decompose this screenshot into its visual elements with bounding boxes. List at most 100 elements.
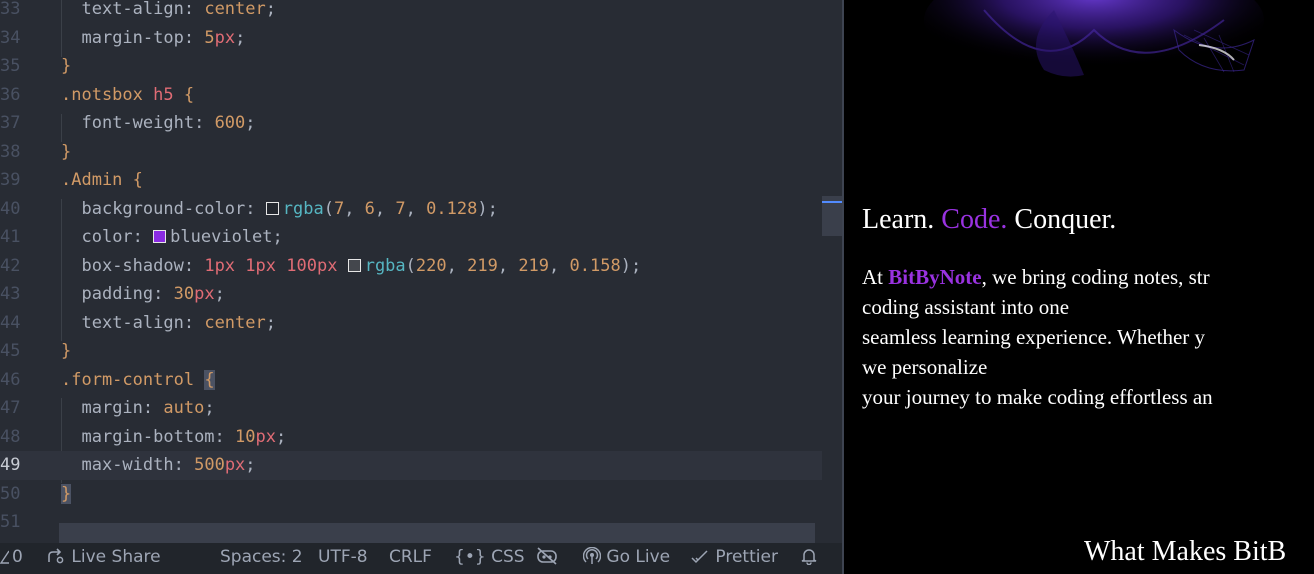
code-token: 219 <box>467 255 498 276</box>
code-token: px <box>194 284 215 304</box>
code-line[interactable]: 48 margin-bottom: 10px; <box>0 423 840 452</box>
code-line[interactable]: 38} <box>0 138 840 167</box>
code-token: auto <box>163 398 205 418</box>
color-swatch[interactable] <box>265 201 279 215</box>
code-text: margin-bottom: 10px; <box>61 423 286 452</box>
code-line[interactable]: 42 box-shadow: 1px 1px 100px rgba(220, 2… <box>0 252 840 281</box>
code-token: 7 <box>395 198 406 219</box>
code-line[interactable]: 37 font-weight: 600; <box>0 109 840 138</box>
eol-button[interactable]: CRLF <box>389 543 432 572</box>
code-token: ; <box>204 398 215 418</box>
code-token: , <box>344 198 365 219</box>
code-line[interactable]: 44 text-align: center; <box>0 309 840 338</box>
code-line[interactable]: 50} <box>0 480 840 509</box>
code-token: background-color <box>81 198 246 219</box>
notifications-button[interactable] <box>800 543 818 572</box>
code-line[interactable]: 47 margin: auto; <box>0 394 840 423</box>
line-number: 35 <box>0 56 21 76</box>
live-preview-pane[interactable]: Learn. Code. Conquer. At BitByNote, we b… <box>844 0 1314 574</box>
code-token: : <box>245 198 266 219</box>
code-editor[interactable]: 33 text-align: center; 34 margin-top: 5px… <box>0 0 842 543</box>
line-number: 39 <box>0 170 21 190</box>
code-token: margin-top <box>81 27 184 48</box>
code-token: 220 <box>415 255 447 276</box>
code-token: ; <box>245 455 256 475</box>
paragraph-text: , we bring coding notes, str <box>981 265 1210 289</box>
code-token: ; <box>214 284 225 304</box>
indentation-button[interactable]: Spaces: 2 <box>220 543 303 572</box>
code-line[interactable]: 34 margin-top: 5px; <box>0 24 840 53</box>
code-line[interactable]: 39 .Admin { <box>0 166 840 195</box>
code-token: 500 <box>194 455 225 475</box>
code-line[interactable]: 35} <box>0 52 840 81</box>
code-token: ); <box>477 198 498 219</box>
code-text: margin: auto; <box>61 394 215 423</box>
code-line[interactable]: 49 max-width: 500px; <box>0 451 840 480</box>
code-token: .form-control <box>61 369 195 390</box>
code-text: max-width: 500px; <box>61 451 256 480</box>
code-token: font-weight <box>81 113 195 133</box>
language-mode-button[interactable]: {•} CSS <box>454 543 525 572</box>
code-token: : <box>142 398 164 418</box>
scroll-position-marker <box>822 201 842 203</box>
code-line[interactable]: 33 text-align: center; <box>0 0 840 24</box>
code-text: } <box>61 52 71 81</box>
heading-accent: Code. <box>941 204 1008 235</box>
line-number: 50 <box>0 483 21 504</box>
code-token: box-shadow <box>81 255 184 276</box>
color-swatch[interactable] <box>153 230 167 243</box>
code-text: box-shadow: 1px 1px 100px rgba(220, 219,… <box>61 252 641 281</box>
color-swatch[interactable] <box>347 258 361 272</box>
line-number: 34 <box>0 27 21 48</box>
code-token: .notsbox <box>61 84 143 105</box>
live-share-icon <box>48 548 64 564</box>
code-line[interactable]: 40 background-color: rgba(7, 6, 7, 0.128… <box>0 195 840 224</box>
horizontal-scrollbar[interactable] <box>59 523 815 543</box>
code-token: text-align <box>81 312 184 333</box>
code-line[interactable]: 41 color: blueviolet; <box>0 223 840 252</box>
paragraph-line: we personalize <box>862 355 988 379</box>
code-text: text-align: center; <box>61 0 276 24</box>
code-token: 0.158 <box>569 255 621 276</box>
paragraph-text: At <box>862 265 889 289</box>
problems-indicator[interactable]: 0 <box>0 543 23 572</box>
code-token: : <box>132 227 154 247</box>
code-line[interactable]: 46 .form-control { <box>0 366 840 395</box>
brand-name: BitByNote <box>888 265 982 289</box>
code-token: 219 <box>518 255 550 276</box>
code-token: : <box>194 113 215 133</box>
go-live-button[interactable]: Go Live <box>582 543 670 572</box>
code-line[interactable]: 43 padding: 30px; <box>0 280 840 309</box>
prettier-check-icon <box>691 550 708 564</box>
status-bar: 0 Live Share Spaces: 2 UTF-8 CRLF {•} CS… <box>0 543 842 574</box>
code-token: padding <box>81 284 154 304</box>
code-token: 600 <box>214 113 246 133</box>
code-text: } <box>61 337 71 366</box>
language-label: CSS <box>491 547 525 567</box>
code-line[interactable]: 36 .notsbox h5 { <box>0 81 840 110</box>
intro-paragraph: At BitByNote, we bring coding notes, str… <box>862 262 1314 412</box>
code-token: 1px <box>204 255 236 276</box>
copilot-icon <box>537 547 557 565</box>
section-heading: What Makes BitB <box>1084 536 1287 567</box>
code-token: ; <box>265 312 276 333</box>
copilot-button[interactable] <box>536 543 558 572</box>
code-line[interactable]: 45} <box>0 337 840 366</box>
live-share-button[interactable]: Live Share <box>46 543 161 572</box>
encoding-button[interactable]: UTF-8 <box>318 543 368 572</box>
bell-icon <box>801 549 817 566</box>
vertical-scrollbar[interactable] <box>822 0 842 543</box>
prettier-button[interactable]: Prettier <box>690 543 778 572</box>
code-token: px <box>255 426 276 447</box>
code-token: center <box>204 312 266 333</box>
